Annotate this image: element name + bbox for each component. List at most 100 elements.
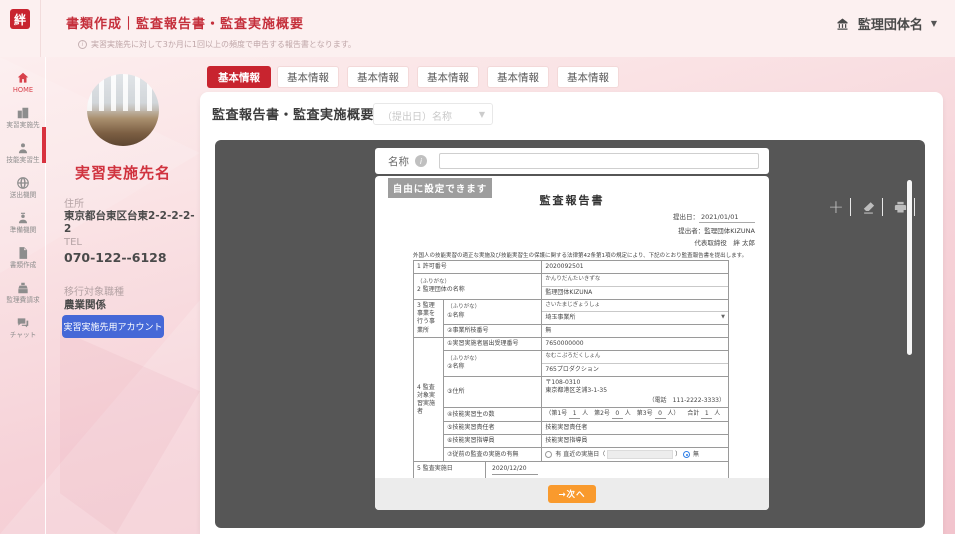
- count-segment: 人: [714, 410, 720, 417]
- sidebar-item-chat[interactable]: チャット: [0, 315, 46, 349]
- occupation-label: 移行対象職種: [64, 283, 124, 298]
- notification-number-label: ①実習実施者届出受理番号: [444, 338, 542, 351]
- sidebar-item-training-site[interactable]: 実習実施先: [0, 105, 46, 139]
- count-segment: 人 第2号: [582, 410, 610, 417]
- chevron-down-icon: ▼: [931, 19, 937, 28]
- submit-date-value: 2021/01/01: [699, 213, 755, 223]
- name-field-bar: 名称 i: [375, 148, 769, 174]
- kana-note: （ふりがな）: [447, 304, 538, 311]
- address-value: 東京都台東区台東2-2-2-2-2: [64, 208, 200, 235]
- notification-number-value: 7650000000: [542, 338, 729, 351]
- table-row: 4 監査対象実習実施者 ①実習実施者届出受理番号 7650000000: [414, 338, 729, 351]
- previous-audit-label: ⑦従前の監査の実施の有無: [444, 448, 542, 462]
- add-document-button[interactable]: +: [826, 197, 846, 217]
- app-screen: 絆 書類作成｜監査報告書・監査実施概要 i 実習実施先に対して3か月に1回以上の…: [0, 0, 955, 534]
- tab-basic-info-6[interactable]: 基本情報: [557, 66, 619, 88]
- office-select[interactable]: 埼玉事業所 ▼: [542, 311, 728, 324]
- table-row: 3 監理事業を行う事業所 （ふりがな） ①名称 さいたまじぎょうしょ 埼玉事業所…: [414, 299, 729, 325]
- page-footer: →次へ: [375, 478, 769, 510]
- tel-value: 070-122--6128: [64, 250, 167, 265]
- document-icon: [16, 246, 30, 260]
- office-value: 埼玉事業所: [545, 314, 575, 321]
- section-title: 監査報告書・監査実施概要: [212, 104, 374, 123]
- tab-basic-info-2[interactable]: 基本情報: [277, 66, 339, 88]
- office-kana: さいたまじぎょうしょ: [542, 300, 728, 311]
- tab-basic-info-4[interactable]: 基本情報: [417, 66, 479, 88]
- person-icon: [16, 141, 30, 155]
- target-kana: なむこぷろだくしょん: [542, 351, 728, 362]
- tab-basic-info-3[interactable]: 基本情報: [347, 66, 409, 88]
- address-cell-label: ③住所: [444, 376, 542, 407]
- office-name-label: （ふりがな） ①名称: [444, 299, 542, 325]
- sidebar-item-label: 技能実習生: [1, 156, 45, 164]
- permit-number-label: 1 許可番号: [414, 261, 542, 274]
- target-value: 765プロダクション: [542, 363, 728, 376]
- submit-date-label: 提出日：: [673, 213, 699, 221]
- erase-button[interactable]: [858, 197, 878, 217]
- chat-icon: [16, 316, 30, 330]
- table-row: ③住所 〒108-0310 東京都港区芝浦3-1-35 （電話 111-2222…: [414, 376, 729, 407]
- branch-number-label: ②事業所枝番号: [444, 325, 542, 338]
- chevron-down-icon: ▼: [479, 110, 485, 119]
- radio-no[interactable]: [683, 451, 690, 458]
- submitter-line: 提出者：監理団体KIZUNA: [678, 225, 755, 235]
- count-segment: 人）: [667, 410, 679, 417]
- target-name-value: なむこぷろだくしょん 765プロダクション: [542, 351, 729, 377]
- sidebar-item-label: 実習実施先: [1, 121, 45, 129]
- tab-basic-info-1[interactable]: 基本情報: [207, 66, 271, 88]
- toolbar-divider: [914, 198, 915, 216]
- sidebar-item-prep-org[interactable]: 準備機関: [0, 210, 46, 244]
- count-segment: 人 第3号: [625, 410, 653, 417]
- sidebar-item-label: チャット: [1, 331, 45, 339]
- table-row: ②事業所枝番号 無: [414, 325, 729, 338]
- page-note-text: 実習実施先に対して3か月に1回以上の頻度で申告する報告書となります。: [91, 39, 356, 50]
- table-row: ⑦従前の監査の実施の有無 有 直近の実施日（ ） 無: [414, 448, 729, 462]
- table-row: ⑥技能実習指導員 技能実習指導員: [414, 435, 729, 448]
- person-cap-icon: [16, 211, 30, 225]
- document-preview: 監査報告書 提出日：2021/01/01 提出者：監理団体KIZUNA 代表取締…: [375, 176, 769, 510]
- office-name-label-text: ①名称: [447, 312, 538, 320]
- invoice-icon: [16, 281, 30, 295]
- training-site-account-button[interactable]: 実習実施先用アカウント: [62, 315, 164, 338]
- permit-number-value: 2020092501: [542, 261, 729, 274]
- sidebar-item-label: HOME: [1, 86, 45, 94]
- radio-yes[interactable]: [545, 451, 552, 458]
- submit-date-line: 提出日：2021/01/01: [673, 211, 755, 223]
- org-label-text: 2 監理団体の名称: [417, 286, 538, 294]
- info-icon: i: [78, 40, 87, 49]
- count-no3: 0: [655, 410, 666, 419]
- tab-basic-info-5[interactable]: 基本情報: [487, 66, 549, 88]
- zip-code: 〒108-0310: [545, 379, 725, 387]
- sidebar-item-billing[interactable]: 監理費請求: [0, 280, 46, 314]
- table-row: （ふりがな） 2 監理団体の名称 かんりだんたいきずな 監理団体KIZUNA: [414, 274, 729, 300]
- manager-label: ⑤技能実習責任者: [444, 422, 542, 435]
- previous-audit-value: 有 直近の実施日（ ） 無: [542, 448, 729, 462]
- sidebar-item-home[interactable]: HOME: [0, 70, 46, 104]
- recent-date-label: 直近の実施日（: [563, 451, 605, 458]
- info-icon[interactable]: i: [415, 155, 427, 167]
- app-logo[interactable]: 絆: [10, 9, 30, 29]
- instructor-value: 技能実習指導員: [542, 435, 729, 448]
- audit-date-label: 5 監査実施日: [414, 462, 486, 477]
- next-button[interactable]: →次へ: [548, 485, 596, 503]
- recent-date-input[interactable]: [607, 450, 673, 459]
- sidebar-item-trainees[interactable]: 技能実習生: [0, 140, 46, 174]
- sidebar-item-sending-org[interactable]: 送出機関: [0, 175, 46, 209]
- page-title: 書類作成｜監査報告書・監査実施概要: [66, 13, 304, 32]
- print-button[interactable]: [890, 197, 910, 217]
- home-icon: [16, 71, 30, 85]
- profile-panel: 実習実施先名 住所 東京都台東区台東2-2-2-2-2 TEL 070-122-…: [46, 57, 200, 534]
- document-select[interactable]: （提出日）名称 ▼: [373, 103, 493, 125]
- account-menu[interactable]: 監理団体名 ▼: [835, 14, 937, 33]
- branch-number-value: 無: [542, 325, 729, 338]
- table-row: （ふりがな） ②名称 なむこぷろだくしょん 765プロダクション: [414, 351, 729, 377]
- count-no1: 1: [569, 410, 580, 419]
- trainee-count-label: ④技能実習生の数: [444, 408, 542, 422]
- sidebar-item-documents[interactable]: 書類作成: [0, 245, 46, 279]
- organization-icon: [835, 16, 850, 31]
- office-section-label: 3 監理事業を行う事業所: [414, 299, 444, 338]
- document-intro: 外国人の技能実習の適正な実施及び技能実習生の保護に関する法律第42条第1項の規定…: [413, 251, 747, 259]
- name-input[interactable]: [439, 153, 759, 169]
- paren-close: ）: [675, 451, 681, 458]
- name-tooltip: 自由に設定できます: [388, 178, 492, 198]
